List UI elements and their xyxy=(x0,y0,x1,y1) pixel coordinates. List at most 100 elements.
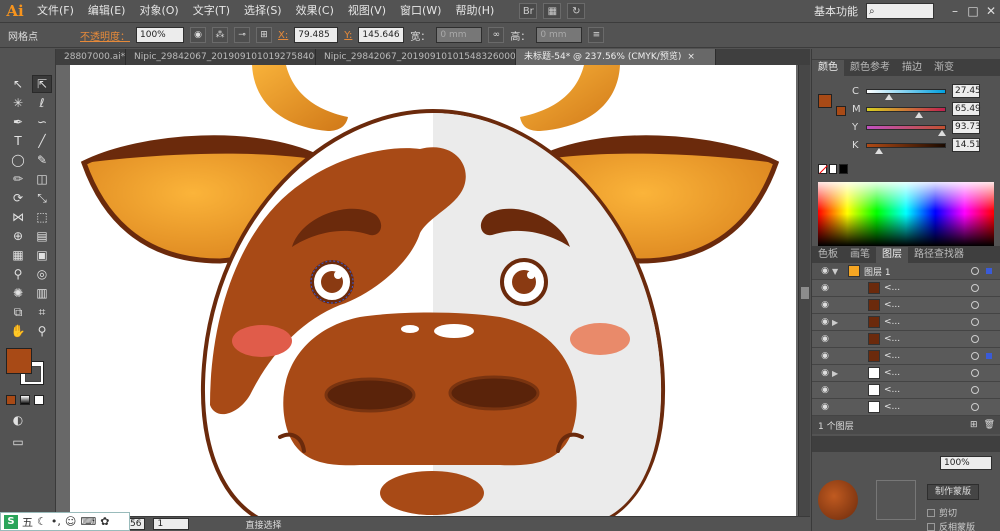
width-input[interactable]: 0 mm xyxy=(436,27,483,43)
visibility-eye-icon[interactable]: ◉ xyxy=(818,385,832,395)
expand-arrow-icon[interactable]: ▼ xyxy=(832,267,842,276)
search-input[interactable]: ⌕ xyxy=(866,3,934,19)
opacity-label[interactable]: 不透明度： xyxy=(80,28,130,43)
brush-tool-icon[interactable]: ✎ xyxy=(32,151,52,169)
clip-checkbox-box[interactable] xyxy=(927,508,935,517)
expand-arrow-icon[interactable]: ▶ xyxy=(832,369,862,378)
tab-layers[interactable]: 图层 xyxy=(876,247,908,263)
link-icon[interactable]: ∞ xyxy=(488,27,505,43)
slice-tool-icon[interactable]: ⌗ xyxy=(32,303,52,321)
transform-points-icon[interactable]: ⁂ xyxy=(212,27,228,43)
page-field[interactable]: 1 xyxy=(153,518,190,530)
dot-icon[interactable]: •, xyxy=(51,515,61,528)
slider-knob[interactable] xyxy=(938,129,947,136)
shape-builder-icon[interactable]: ⊕ xyxy=(8,227,28,245)
menu-file[interactable]: 文件(F) xyxy=(30,0,81,22)
tab-document-3[interactable]: Nipic_29842067_20190910101548326000.ai*× xyxy=(316,49,516,65)
lasso-icon[interactable]: ℓ xyxy=(32,94,52,112)
black-swatch[interactable] xyxy=(839,164,849,174)
sublayer-row[interactable]: ◉ <... xyxy=(812,297,1000,314)
sublayer-row[interactable]: ◉ <... xyxy=(812,348,1000,365)
tab-document-2[interactable]: Nipic_29842067_20190910101927584000.ai*× xyxy=(126,49,316,65)
target-circle-icon[interactable] xyxy=(971,352,979,360)
blend-tool-icon[interactable]: ◎ xyxy=(32,265,52,283)
sublayer-row[interactable]: ◉ <... xyxy=(812,382,1000,399)
menu-view[interactable]: 视图(V) xyxy=(341,0,393,22)
make-mask-button[interactable]: 制作蒙版 xyxy=(927,484,979,500)
sublayer-row[interactable]: ◉ <... xyxy=(812,280,1000,297)
line-tool-icon[interactable]: ╱ xyxy=(32,132,52,150)
color-mode-icon[interactable] xyxy=(6,395,16,405)
tab-color-guide[interactable]: 颜色参考 xyxy=(844,60,896,76)
maximize-icon[interactable]: □ xyxy=(964,4,982,18)
slider-knob[interactable] xyxy=(884,93,893,100)
none-mode-icon[interactable] xyxy=(34,395,44,405)
visibility-eye-icon[interactable]: ◉ xyxy=(818,300,832,310)
mesh-tool-icon[interactable]: ▦ xyxy=(8,246,28,264)
tab-stroke[interactable]: 描边 xyxy=(896,60,928,76)
target-circle-icon[interactable] xyxy=(971,369,979,377)
recolor-icon[interactable]: ◉ xyxy=(190,27,206,43)
minimize-icon[interactable]: – xyxy=(946,4,964,18)
free-transform-icon[interactable]: ⬚ xyxy=(32,208,52,226)
channel-value-input[interactable]: 65.49 xyxy=(952,102,981,116)
none-swatch[interactable] xyxy=(818,164,828,174)
x-input[interactable]: 79.485 xyxy=(294,27,339,43)
canvas[interactable] xyxy=(56,65,798,516)
gradient-tool-icon[interactable]: ▣ xyxy=(32,246,52,264)
expand-arrow-icon[interactable]: ▶ xyxy=(832,318,862,327)
fill-swatch[interactable] xyxy=(6,348,32,374)
visibility-eye-icon[interactable]: ◉ xyxy=(818,402,832,412)
close-tab-icon[interactable]: × xyxy=(687,52,695,62)
channel-slider[interactable] xyxy=(866,124,947,136)
target-circle-icon[interactable] xyxy=(971,318,979,326)
width-tool-icon[interactable]: ⋈ xyxy=(8,208,28,226)
artboard-tool-icon[interactable]: ⧉ xyxy=(8,303,28,321)
target-circle-icon[interactable] xyxy=(971,284,979,292)
visibility-eye-icon[interactable]: ◉ xyxy=(818,334,832,344)
scroll-thumb[interactable] xyxy=(801,287,809,299)
hand-tool-icon[interactable]: ✋ xyxy=(8,322,28,340)
tab-document-active[interactable]: 未标题-54* @ 237.56% (CMYK/预览) × xyxy=(516,49,716,65)
magic-wand-icon[interactable]: ✳ xyxy=(8,94,28,112)
menu-help[interactable]: 帮助(H) xyxy=(448,0,501,22)
menu-type[interactable]: 文字(T) xyxy=(186,0,237,22)
tab-swatches[interactable]: 色板 xyxy=(812,247,844,263)
workspace-switcher[interactable]: 基本功能 xyxy=(814,3,866,19)
ime-mode[interactable]: 五 xyxy=(22,514,33,530)
eraser-tool-icon[interactable]: ◫ xyxy=(32,170,52,188)
ime-toolbar[interactable]: S 五 ☾ •, ☺ ⌨ ✿ xyxy=(0,512,130,531)
menu-edit[interactable]: 编辑(E) xyxy=(81,0,133,22)
slider-knob[interactable] xyxy=(875,147,883,154)
mask-slot[interactable] xyxy=(876,480,916,520)
menu-select[interactable]: 选择(S) xyxy=(237,0,289,22)
invert-mask-checkbox[interactable]: 反相蒙版 xyxy=(927,520,975,531)
tab-color[interactable]: 颜色 xyxy=(812,60,844,76)
reference-point-icon[interactable]: ⊞ xyxy=(256,27,272,43)
keyboard-icon[interactable]: ⌨ xyxy=(80,515,96,528)
channel-slider[interactable] xyxy=(866,88,946,100)
slider-knob[interactable] xyxy=(915,111,923,118)
settings-icon[interactable]: ✿ xyxy=(100,515,109,528)
vertical-scrollbar[interactable] xyxy=(798,65,810,516)
column-graph-icon[interactable]: ▥ xyxy=(32,284,52,302)
ellipse-tool-icon[interactable]: ◯ xyxy=(8,151,28,169)
symbol-sprayer-icon[interactable]: ✺ xyxy=(8,284,28,302)
visibility-eye-icon[interactable]: ◉ xyxy=(818,283,832,293)
visibility-eye-icon[interactable]: ◉ xyxy=(818,368,832,378)
pencil-tool-icon[interactable]: ✏ xyxy=(8,170,28,188)
tab-document-1[interactable]: 28807000.ai*× xyxy=(56,49,126,65)
anchor-convert-icon[interactable]: ⊸ xyxy=(234,27,250,43)
mask-thumbnail[interactable] xyxy=(818,480,858,520)
target-circle-icon[interactable] xyxy=(971,267,979,275)
opacity-input[interactable]: 100% xyxy=(136,27,184,43)
moon-icon[interactable]: ☾ xyxy=(37,515,47,528)
channel-value-input[interactable]: 27.45 xyxy=(952,84,981,98)
sublayer-row[interactable]: ◉ ▶ <... xyxy=(812,365,1000,382)
x-label[interactable]: X: xyxy=(278,30,288,41)
menu-icon[interactable]: ≡ xyxy=(588,27,605,43)
visibility-eye-icon[interactable]: ◉ xyxy=(818,317,832,327)
curvature-tool-icon[interactable]: ∽ xyxy=(32,113,52,131)
y-input[interactable]: 145.646 xyxy=(358,27,405,43)
direct-selection-tool-icon[interactable]: ⇱ xyxy=(32,75,52,93)
